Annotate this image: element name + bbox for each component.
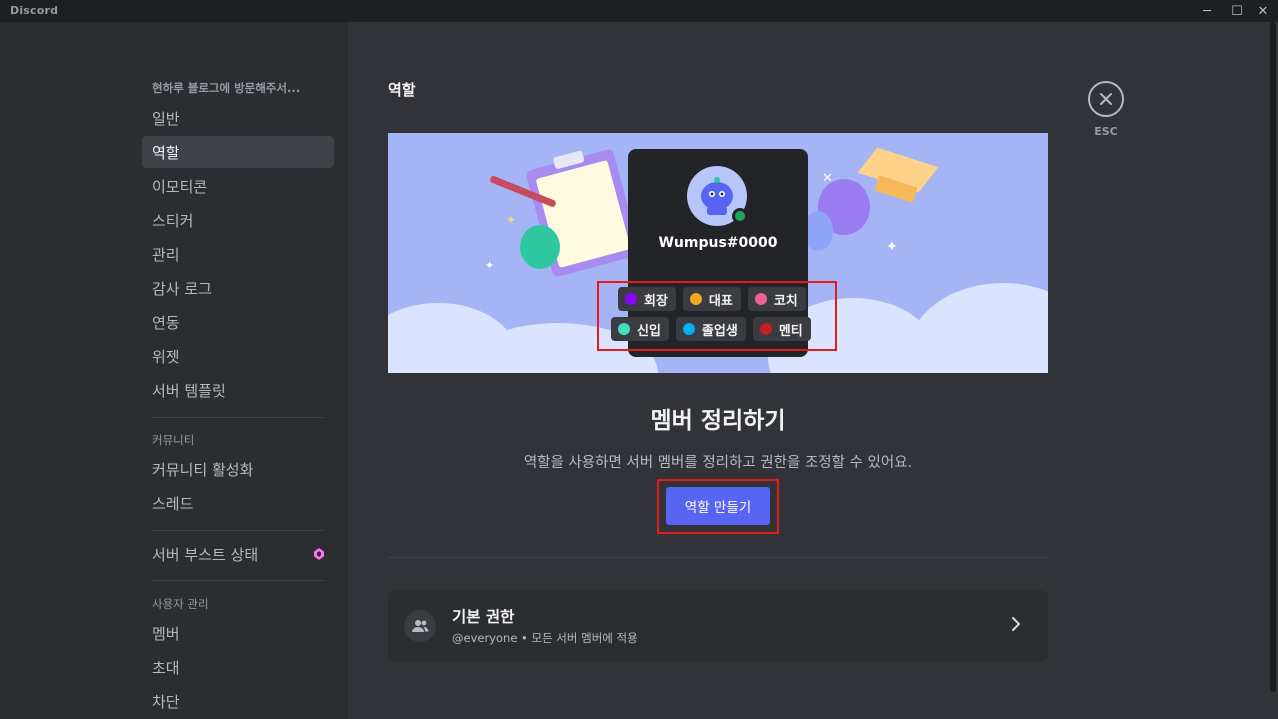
members-icon [404,610,436,642]
default-permissions-subtitle: @everyone • 모든 서버 멤버에 적용 [452,631,638,645]
sidebar-divider [152,580,324,581]
sidebar-divider [152,417,324,418]
online-status-icon [732,208,748,224]
community-header: 커뮤니티 [152,433,195,447]
sidebar-item-enable-community[interactable]: 커뮤니티 활성화 [142,453,334,485]
balloon-illustration [520,225,560,269]
default-permissions-row[interactable]: 기본 권한 @everyone • 모든 서버 멤버에 적용 [388,590,1048,662]
sidebar-item-members[interactable]: 멤버 [142,617,334,649]
close-settings-button[interactable] [1088,81,1124,117]
chevron-right-icon [1010,614,1022,638]
sidebar-item-server-boost[interactable]: 서버 부스트 상태 [142,538,334,570]
sidebar-item-invites[interactable]: 초대 [142,651,334,683]
sparkle-icon: ✕ [822,171,833,186]
roles-settings-content: 역할 ✦ ✦ ✦ ✕ Wumpus#0000 회장 대표 코치 신입 졸업생 멘… [348,22,1278,719]
role-chips-highlight-box [597,281,837,351]
sidebar-item-stickers[interactable]: 스티커 [142,204,334,236]
roles-banner-illustration: ✦ ✦ ✦ ✕ Wumpus#0000 회장 대표 코치 신입 졸업생 멘티 [388,133,1048,373]
scrollbar[interactable] [1270,22,1276,692]
sidebar-item-integrations[interactable]: 연동 [142,306,334,338]
boost-gem-icon [314,548,324,560]
section-divider [388,557,1048,558]
preview-username: Wumpus#0000 [658,235,778,251]
sidebar-item-widget[interactable]: 위젯 [142,340,334,372]
sidebar-item-threads[interactable]: 스레드 [142,487,334,519]
close-icon [1100,93,1112,105]
sidebar-item-label: 서버 부스트 상태 [152,545,259,564]
sparkle-icon: ✦ [485,259,495,272]
sidebar-item-roles[interactable]: 역할 [142,136,334,168]
sparkle-icon: ✦ [886,239,898,255]
server-name-header: 현하루 블로그에 방문해주서... [152,81,301,95]
title-bar: Discord ─ ☐ ✕ [0,0,1278,22]
sidebar-item-general[interactable]: 일반 [142,102,334,134]
sidebar-item-bans[interactable]: 차단 [142,685,334,717]
cloud-shape [908,283,1048,373]
sidebar-item-emoji[interactable]: 이모티콘 [142,170,334,202]
sparkle-icon: ✦ [506,213,517,227]
section-description: 역할을 사용하면 서버 멤버를 정리하고 권한을 조정할 수 있어요. [523,455,913,471]
minimize-button[interactable]: ─ [1192,0,1222,22]
sidebar-divider [152,530,324,531]
sidebar-item-moderation[interactable]: 관리 [142,238,334,270]
user-management-header: 사용자 관리 [152,597,209,611]
sidebar-item-audit-log[interactable]: 감사 로그 [142,272,334,304]
esc-label: ESC [1094,125,1118,138]
app-name: Discord [10,4,59,17]
settings-sidebar: 현하루 블로그에 방문해주서... 일반 역할 이모티콘 스티커 관리 감사 로… [0,22,348,719]
default-permissions-title: 기본 권한 [452,608,515,626]
sidebar-item-server-template[interactable]: 서버 템플릿 [142,374,334,406]
close-window-button[interactable]: ✕ [1248,0,1278,22]
page-title: 역할 [388,81,416,99]
create-button-highlight-box [657,479,779,534]
section-heading: 멤버 정리하기 [650,408,786,434]
